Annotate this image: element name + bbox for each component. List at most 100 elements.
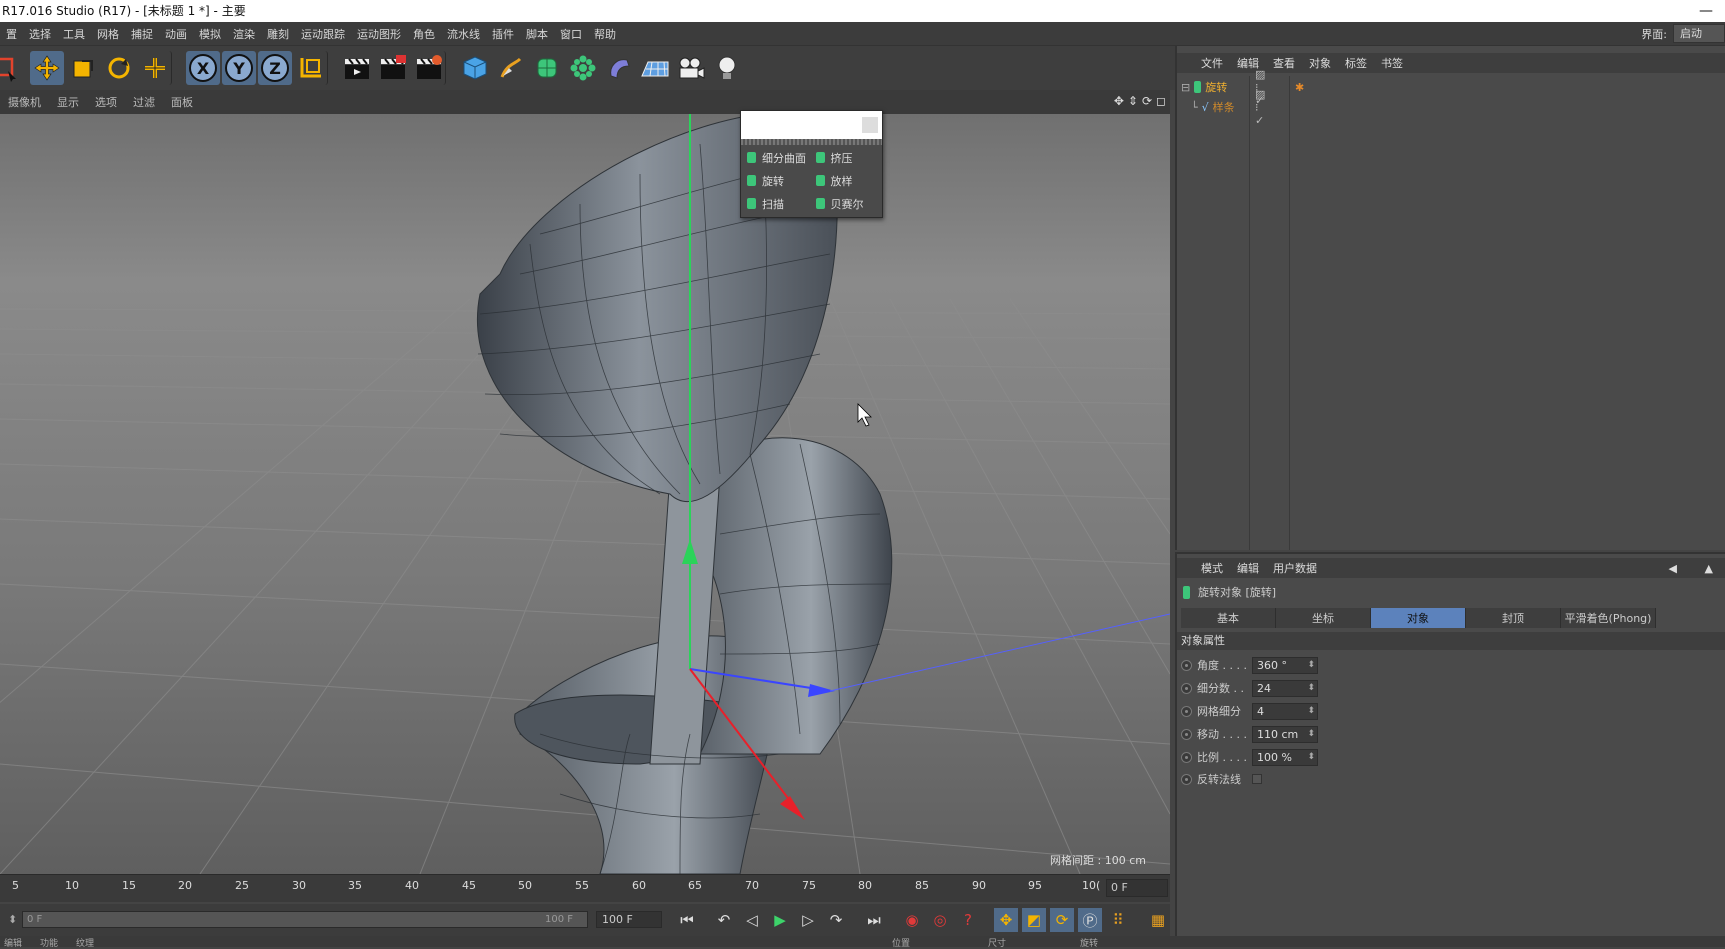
- end-frame-field[interactable]: 100 F: [596, 911, 662, 928]
- go-to-end-button[interactable]: ⏭: [862, 908, 886, 932]
- viewport-menu-panel[interactable]: 面板: [163, 94, 201, 110]
- tag-icon[interactable]: ✱: [1295, 81, 1304, 94]
- scale-tool-button[interactable]: [66, 51, 100, 85]
- subdivision-surface-button[interactable]: [530, 51, 564, 85]
- current-frame-field[interactable]: 0 F: [1106, 879, 1168, 897]
- deformer-button[interactable]: [602, 51, 636, 85]
- popup-item-subdivision-surface[interactable]: 细分曲面: [743, 146, 812, 169]
- object-row-spline[interactable]: └ √ 样条 ▨ ⁝✓: [1191, 88, 1265, 127]
- subtab-phong[interactable]: 平滑着色(Phong): [1561, 608, 1656, 628]
- om-menu-bookmarks[interactable]: 书签: [1381, 55, 1403, 71]
- viewport-menu-display[interactable]: 显示: [49, 94, 87, 110]
- tree-collapse-icon[interactable]: ⊟: [1181, 81, 1190, 94]
- key-scale-button[interactable]: ◩: [1022, 908, 1046, 932]
- menu-item-help[interactable]: 帮助: [588, 26, 622, 42]
- reverse-normals-checkbox[interactable]: [1252, 774, 1262, 784]
- preview-range-slider[interactable]: 0 F 100 F: [22, 911, 588, 928]
- go-to-start-button[interactable]: ⏮: [675, 908, 699, 932]
- om-menu-objects[interactable]: 对象: [1309, 55, 1331, 71]
- menu-item-tools[interactable]: 工具: [57, 26, 91, 42]
- back-arrow-icon[interactable]: ◀: [1669, 562, 1677, 575]
- menu-item-animate[interactable]: 动画: [159, 26, 193, 42]
- material-menu-function[interactable]: 功能: [40, 936, 58, 949]
- next-frame-button[interactable]: ▷: [796, 908, 820, 932]
- am-menu-edit[interactable]: 编辑: [1237, 560, 1259, 576]
- menu-item-motion-tracking[interactable]: 运动跟踪: [295, 26, 351, 42]
- menu-item-mograph[interactable]: 运动图形: [351, 26, 407, 42]
- up-arrow-icon[interactable]: ▲: [1705, 562, 1713, 575]
- menu-item-render[interactable]: 渲染: [227, 26, 261, 42]
- menu-item-character[interactable]: 角色: [407, 26, 441, 42]
- next-key-button[interactable]: ↷: [824, 908, 848, 932]
- angle-field[interactable]: 360 °: [1252, 656, 1318, 674]
- key-rotation-button[interactable]: ⟳: [1050, 908, 1074, 932]
- om-menu-file[interactable]: 文件: [1201, 55, 1223, 71]
- menu-item-window[interactable]: 窗口: [554, 26, 588, 42]
- menu-item-snap[interactable]: 捕捉: [125, 26, 159, 42]
- camera-object-button[interactable]: [674, 51, 708, 85]
- material-menu-texture[interactable]: 纹理: [76, 936, 94, 949]
- viewport-menu-filter[interactable]: 过滤: [125, 94, 163, 110]
- key-pla-button[interactable]: ⠿: [1106, 908, 1130, 932]
- key-parameter-button[interactable]: Ⓟ: [1078, 908, 1102, 932]
- render-to-picture-viewer-button[interactable]: [376, 51, 410, 85]
- subtab-object[interactable]: 对象: [1371, 608, 1466, 628]
- minimize-button[interactable]: —: [1699, 0, 1713, 22]
- om-menu-tags[interactable]: 标签: [1345, 55, 1367, 71]
- timeline-ruler[interactable]: 5 10 15 20 25 30 35 40 45 50 55 60 65 70…: [0, 874, 1170, 902]
- menu-item-pipeline[interactable]: 流水线: [441, 26, 486, 42]
- object-row-lathe[interactable]: ⊟ 旋转 ▨ ⁝✓ ✱: [1181, 68, 1304, 107]
- scaling-field[interactable]: 100 %: [1252, 748, 1318, 766]
- subdivisions-field[interactable]: 24: [1252, 679, 1318, 697]
- keyframe-selection-button[interactable]: ?: [956, 908, 980, 932]
- animate-radio-icon[interactable]: [1181, 705, 1192, 717]
- viewport-menu-options[interactable]: 选项: [87, 94, 125, 110]
- material-menu-edit[interactable]: 编辑: [4, 936, 22, 949]
- subtab-basic[interactable]: 基本: [1181, 608, 1276, 628]
- coordinate-system-button[interactable]: [294, 51, 328, 85]
- dolly-view-icon[interactable]: ⇕: [1128, 94, 1138, 108]
- selection-tool-button[interactable]: [0, 51, 22, 85]
- menu-item-simulate[interactable]: 模拟: [193, 26, 227, 42]
- movement-field[interactable]: 110 cm: [1252, 725, 1318, 743]
- play-button[interactable]: ▶: [768, 908, 792, 932]
- subtab-coord[interactable]: 坐标: [1276, 608, 1371, 628]
- render-view-button[interactable]: [340, 51, 374, 85]
- popup-item-bezier[interactable]: 贝赛尔: [812, 192, 881, 215]
- animate-radio-icon[interactable]: [1181, 682, 1192, 694]
- y-axis-lock-button[interactable]: Y: [222, 51, 256, 85]
- previous-frame-button[interactable]: ◁: [740, 908, 764, 932]
- popup-item-sweep[interactable]: 扫描: [743, 192, 812, 215]
- autokey-button[interactable]: ◎: [928, 908, 952, 932]
- subtab-caps[interactable]: 封顶: [1466, 608, 1561, 628]
- layout-dropdown[interactable]: 启动: [1673, 24, 1725, 43]
- pen-spline-button[interactable]: [494, 51, 528, 85]
- am-menu-userdata[interactable]: 用户数据: [1273, 560, 1317, 576]
- menu-item[interactable]: 置: [0, 26, 23, 42]
- menu-item-script[interactable]: 脚本: [520, 26, 554, 42]
- visibility-dots-icon[interactable]: ▨ ⁝✓: [1255, 88, 1265, 127]
- x-axis-lock-button[interactable]: X: [186, 51, 220, 85]
- popup-item-extrude[interactable]: 挤压: [812, 146, 881, 169]
- cube-object-button[interactable]: [458, 51, 492, 85]
- menu-item-sculpt[interactable]: 雕刻: [261, 26, 295, 42]
- stepper-icon[interactable]: ⬍: [8, 913, 17, 926]
- render-settings-button[interactable]: [412, 51, 446, 85]
- timeline-window-button[interactable]: ▦: [1146, 908, 1170, 932]
- popup-item-lathe[interactable]: 旋转: [743, 169, 812, 192]
- record-keys-button[interactable]: ◉: [900, 908, 924, 932]
- previous-key-button[interactable]: ↶: [712, 908, 736, 932]
- floor-object-button[interactable]: [638, 51, 672, 85]
- z-axis-lock-button[interactable]: Z: [258, 51, 292, 85]
- menu-item-plugins[interactable]: 插件: [486, 26, 520, 42]
- animate-radio-icon[interactable]: [1181, 659, 1192, 671]
- om-menu-view[interactable]: 查看: [1273, 55, 1295, 71]
- popup-item-loft[interactable]: 放样: [812, 169, 881, 192]
- animate-radio-icon[interactable]: [1181, 728, 1192, 740]
- animate-radio-icon[interactable]: [1181, 751, 1192, 763]
- object-name[interactable]: 样条: [1213, 99, 1235, 115]
- am-menu-mode[interactable]: 模式: [1201, 560, 1223, 576]
- move-tool-button[interactable]: [30, 51, 64, 85]
- rotate-tool-button[interactable]: [102, 51, 136, 85]
- menu-item-select[interactable]: 选择: [23, 26, 57, 42]
